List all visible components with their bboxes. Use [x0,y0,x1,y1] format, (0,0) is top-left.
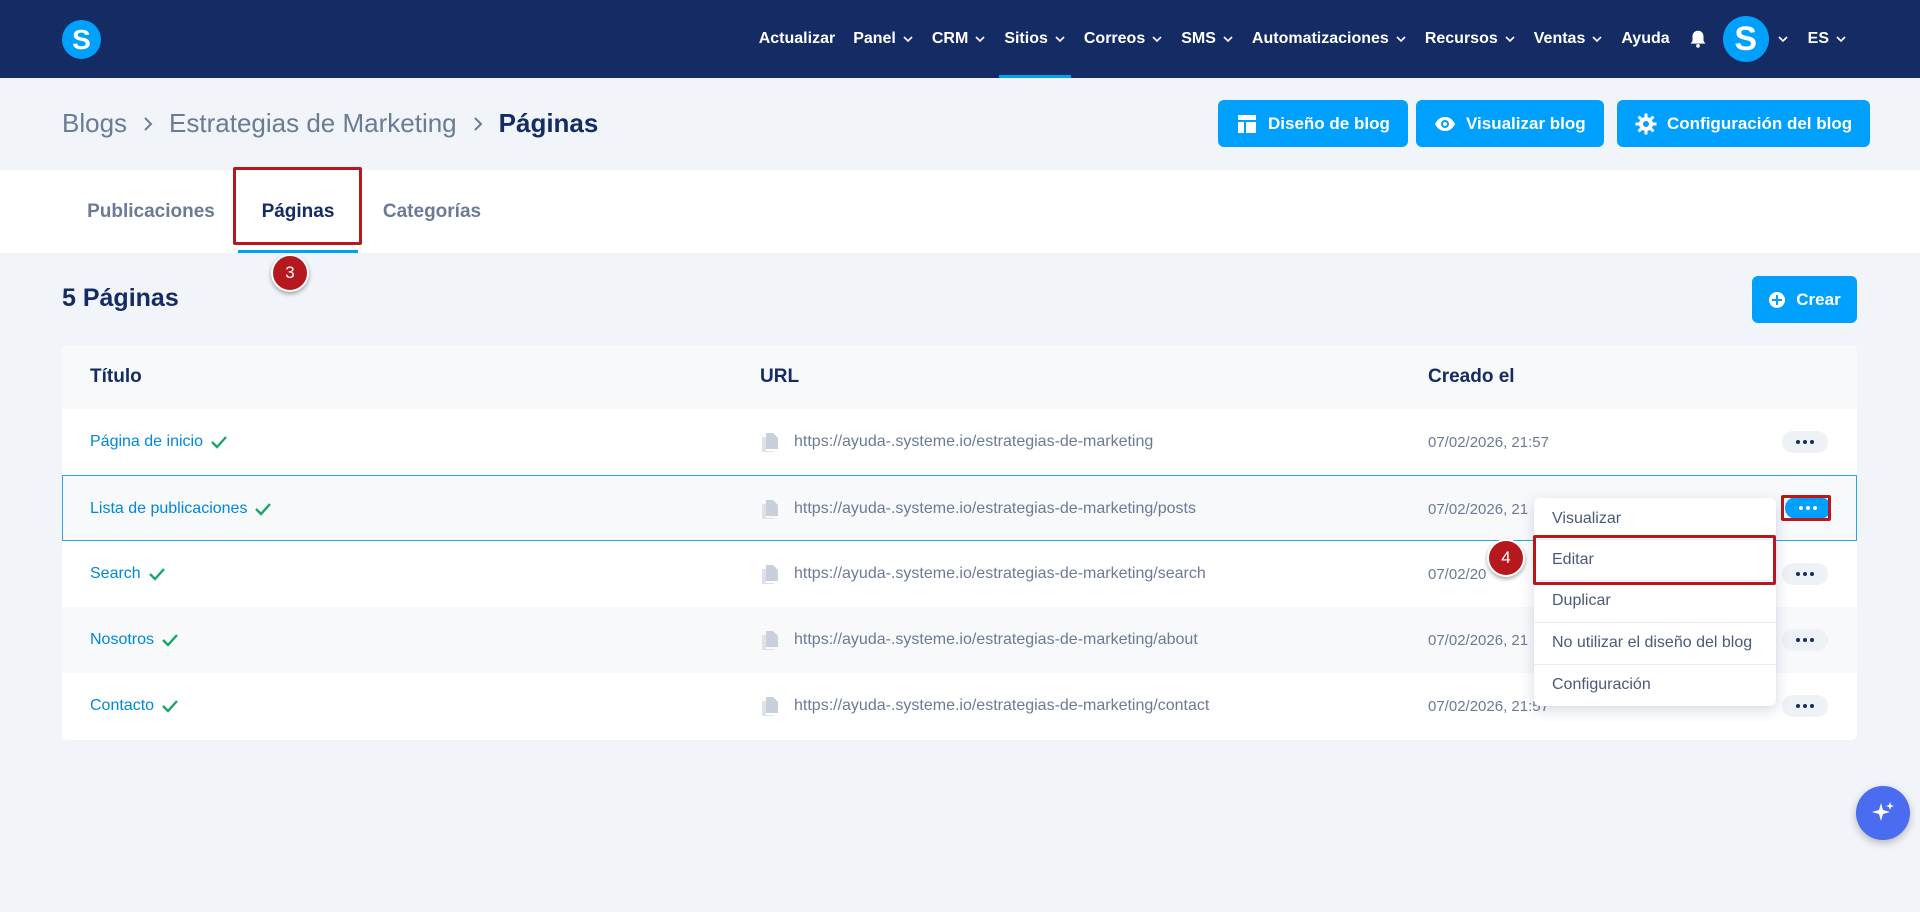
step-marker-3: 3 [271,254,309,292]
table-header: Título URL Creado el [62,345,1857,409]
chevron-down-icon [1055,36,1065,43]
copy-icon[interactable] [760,629,780,651]
more-icon [1796,704,1814,708]
more-icon [1796,638,1814,642]
menu-item-configuracion[interactable]: Configuración [1534,664,1776,705]
column-header-title: Título [90,366,142,387]
page-url: https://ayuda-.systeme.io/estrategias-de… [760,673,1209,739]
more-icon [1796,440,1814,444]
chevron-down-icon [903,36,913,43]
more-icon [1796,572,1814,576]
chevron-down-icon [1592,36,1602,43]
chevron-down-icon[interactable] [1777,33,1789,45]
sparkle-icon [1872,802,1894,821]
nav-item-crm[interactable]: CRM [923,0,995,78]
chevron-down-icon [975,36,985,43]
language-selector[interactable]: ES [1799,0,1856,78]
row-actions-button[interactable] [1782,563,1828,585]
page-url: https://ayuda-.systeme.io/estrategias-de… [760,607,1198,673]
edit-highlight-box [1533,535,1776,585]
page-url: https://ayuda-.systeme.io/estrategias-de… [760,541,1206,607]
step-marker-4: 4 [1487,539,1525,577]
actions-highlight-box [1781,495,1831,521]
page-title-link[interactable]: Página de inicio [90,409,229,475]
gear-icon [1635,113,1657,134]
layout-icon [1238,114,1256,133]
copy-icon[interactable] [760,695,780,717]
tab-publicaciones[interactable]: Publicaciones [85,170,217,253]
page-created-date: 07/02/2026, 21:57 [1428,433,1549,451]
chevron-down-icon [1836,36,1846,43]
chevron-right-icon [144,116,153,131]
nav-item-correos[interactable]: Correos [1075,0,1172,78]
view-blog-button[interactable]: Visualizar blog [1416,100,1604,147]
page-created-date: 07/02/20 [1428,565,1487,583]
breadcrumb: Blogs Estrategias de Marketing Páginas [62,108,598,139]
bell-icon[interactable] [1687,27,1711,51]
chevron-down-icon [1152,36,1162,43]
plus-circle-icon [1769,291,1786,308]
blog-settings-button[interactable]: Configuración del blog [1617,100,1871,147]
page-title-link[interactable]: Contacto [90,673,180,739]
chevron-down-icon [1396,36,1406,43]
chevron-right-icon [473,116,483,131]
create-button[interactable]: Crear [1752,276,1857,323]
menu-item-no-utilizar-diseno[interactable]: No utilizar el diseño del blog [1534,622,1776,663]
page-count: 5 Páginas [62,284,179,312]
nav-item-automatizaciones[interactable]: Automatizaciones [1243,0,1416,78]
nav-menu: Actualizar Panel CRM Sitios Correos SMS … [750,0,1856,78]
chevron-down-icon [1223,36,1233,43]
menu-item-visualizar[interactable]: Visualizar [1534,498,1776,539]
nav-item-recursos[interactable]: Recursos [1416,0,1525,78]
page-title-link[interactable]: Lista de publicaciones [90,476,273,542]
nav-item-actualizar[interactable]: Actualizar [750,0,844,78]
tab-highlight-box [233,167,362,245]
page-title-link[interactable]: Nosotros [90,607,180,673]
check-icon [148,568,165,581]
nav-item-panel[interactable]: Panel [844,0,923,78]
table-row: Página de inicio https://ayuda-.systeme.… [62,409,1857,475]
page-title-link[interactable]: Search [90,541,167,607]
nav-item-sitios[interactable]: Sitios [995,0,1075,78]
page-url: https://ayuda-.systeme.io/estrategias-de… [760,409,1153,475]
row-actions-button[interactable] [1782,695,1828,717]
row-actions-menu: Visualizar Editar Duplicar No utilizar e… [1534,498,1776,706]
check-icon [211,436,227,449]
row-actions-button[interactable] [1782,431,1828,453]
nav-item-sms[interactable]: SMS [1172,0,1243,78]
avatar[interactable]: S [1722,16,1769,62]
breadcrumb-blog-name[interactable]: Estrategias de Marketing [169,108,457,139]
check-icon [255,503,272,516]
active-tab-indicator [238,250,358,253]
copy-icon[interactable] [760,563,780,585]
tab-categorias[interactable]: Categorías [380,170,484,253]
ai-assistant-button[interactable] [1856,786,1910,840]
copy-icon[interactable] [760,431,780,453]
blog-design-button[interactable]: Diseño de blog [1218,100,1408,147]
nav-item-ventas[interactable]: Ventas [1525,0,1613,78]
breadcrumb-blogs[interactable]: Blogs [62,108,127,139]
row-actions-button[interactable] [1782,629,1828,651]
page-created-date: 07/02/2026, 21 [1428,500,1529,518]
check-icon [162,634,178,647]
chevron-down-icon [1505,36,1515,43]
page-url: https://ayuda-.systeme.io/estrategias-de… [760,476,1196,542]
nav-item-ayuda[interactable]: Ayuda [1612,0,1678,78]
page-created-date: 07/02/2026, 21:57 [1428,697,1549,715]
check-icon [162,700,178,713]
copy-icon[interactable] [760,498,780,520]
systeme-logo[interactable]: S [62,20,101,59]
breadcrumb-current: Páginas [498,108,599,138]
eye-icon [1435,116,1455,131]
top-navigation-bar: S Actualizar Panel CRM Sitios Correos SM… [0,0,1920,78]
menu-item-duplicar[interactable]: Duplicar [1534,580,1776,621]
page-created-date: 07/02/2026, 21 [1428,631,1529,649]
column-header-url: URL [760,366,800,387]
column-header-created: Creado el [1428,366,1515,387]
